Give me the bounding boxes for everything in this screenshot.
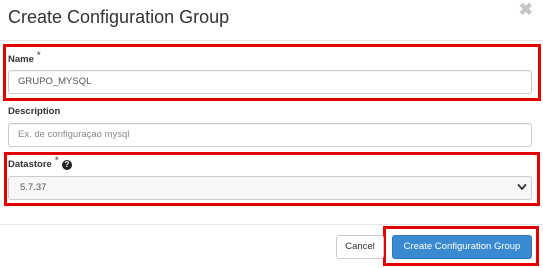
datastore-select[interactable]: 5.7.37 [8,176,532,200]
description-label: Description [8,106,61,117]
datastore-label: Datastore * [8,155,59,170]
cancel-button[interactable]: Cancel [336,235,384,259]
name-required-mark: * [37,50,41,60]
datastore-selected-value: 5.7.37 [20,182,47,193]
name-label: Name * [8,50,41,65]
chevron-down-icon [517,184,527,190]
question-circle-icon[interactable]: ? [62,160,72,170]
datastore-required-mark: * [55,155,59,165]
modal-header: Create Configuration Group ✖ [0,0,543,41]
description-input[interactable]: Ex. de configuraçao mysql [8,123,532,147]
name-label-text: Name [8,54,34,65]
name-input[interactable]: GRUPO_MYSQL [8,70,532,94]
datastore-label-text: Datastore [8,159,52,170]
modal-title: Create Configuration Group [8,7,230,27]
create-configuration-group-modal: Create Configuration Group ✖ Name * GRUP… [0,0,543,268]
close-icon[interactable]: ✖ [519,1,533,19]
create-configuration-group-button[interactable]: Create Configuration Group [392,235,532,259]
